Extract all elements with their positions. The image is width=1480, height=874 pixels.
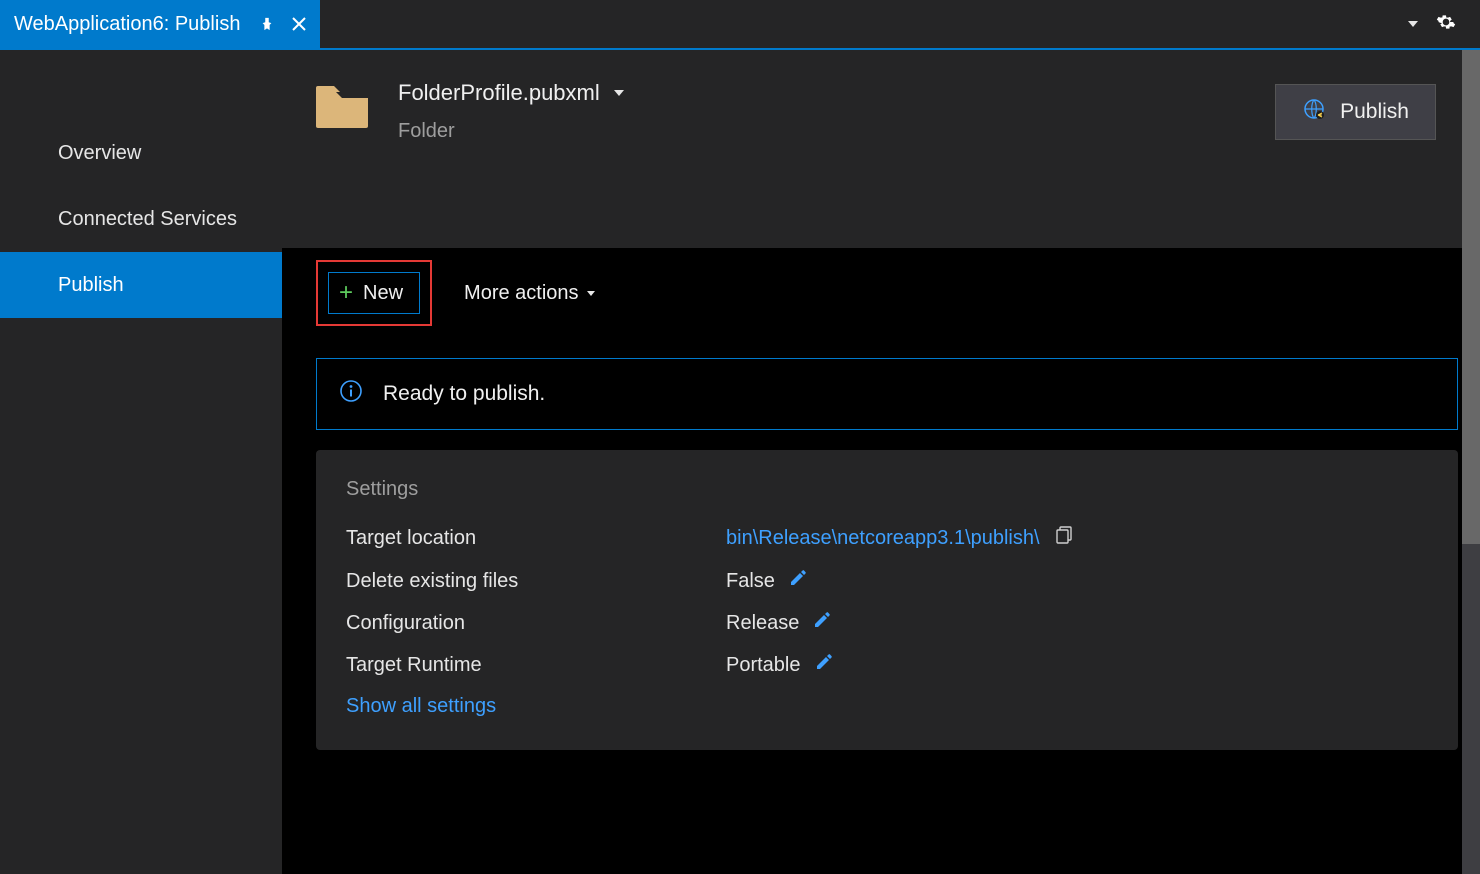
scrollbar-thumb[interactable] bbox=[1462, 50, 1480, 544]
sidebar-item-publish[interactable]: Publish bbox=[0, 252, 282, 318]
setting-value: False bbox=[726, 570, 775, 593]
publish-button-label: Publish bbox=[1340, 100, 1409, 124]
setting-delete-existing: Delete existing files False bbox=[346, 569, 1428, 593]
status-message: Ready to publish. bbox=[383, 382, 545, 406]
profile-toolbar: + New More actions bbox=[282, 248, 1462, 338]
setting-label: Target Runtime bbox=[346, 654, 726, 677]
profile-selector[interactable]: FolderProfile.pubxml bbox=[398, 80, 1247, 106]
settings-card: Settings Target location bin\Release\net… bbox=[316, 450, 1458, 750]
folder-icon bbox=[314, 82, 370, 138]
sidebar-item-overview[interactable]: Overview bbox=[0, 120, 282, 186]
status-banner: Ready to publish. bbox=[316, 358, 1458, 430]
sidebar-item-label: Overview bbox=[58, 142, 141, 165]
tab-title: WebApplication6: Publish bbox=[14, 13, 246, 36]
setting-value: Release bbox=[726, 612, 799, 635]
publish-header: FolderProfile.pubxml Folder Publish bbox=[282, 50, 1462, 250]
scrollbar[interactable] bbox=[1462, 50, 1480, 874]
new-profile-button[interactable]: + New bbox=[328, 272, 420, 314]
info-icon bbox=[339, 379, 363, 409]
edit-icon[interactable] bbox=[815, 653, 833, 677]
settings-title: Settings bbox=[346, 478, 1428, 501]
sidebar-item-label: Publish bbox=[58, 274, 124, 297]
tab-publish[interactable]: WebApplication6: Publish bbox=[0, 0, 320, 48]
setting-configuration: Configuration Release bbox=[346, 611, 1428, 635]
sidebar-item-connected-services[interactable]: Connected Services bbox=[0, 186, 282, 252]
tabstrip: WebApplication6: Publish bbox=[0, 0, 1480, 50]
publish-cloud-icon bbox=[1302, 97, 1326, 127]
sidebar-item-label: Connected Services bbox=[58, 208, 237, 231]
setting-label: Target location bbox=[346, 527, 726, 550]
setting-target-location: Target location bin\Release\netcoreapp3.… bbox=[346, 525, 1428, 551]
chevron-down-icon bbox=[614, 90, 624, 96]
chevron-down-icon bbox=[587, 291, 595, 296]
edit-icon[interactable] bbox=[789, 569, 807, 593]
copy-icon[interactable] bbox=[1054, 525, 1074, 551]
setting-label: Delete existing files bbox=[346, 570, 726, 593]
highlight-new-button: + New bbox=[316, 260, 432, 326]
tab-overflow-icon[interactable] bbox=[1408, 21, 1418, 27]
more-actions-dropdown[interactable]: More actions bbox=[464, 282, 595, 305]
setting-target-runtime: Target Runtime Portable bbox=[346, 653, 1428, 677]
edit-icon[interactable] bbox=[813, 611, 831, 635]
pin-icon[interactable] bbox=[260, 17, 274, 31]
profile-name: FolderProfile.pubxml bbox=[398, 80, 600, 106]
gear-icon[interactable] bbox=[1436, 12, 1456, 37]
more-actions-label: More actions bbox=[464, 282, 579, 305]
new-button-label: New bbox=[363, 282, 403, 305]
close-icon[interactable] bbox=[292, 17, 306, 31]
setting-label: Configuration bbox=[346, 612, 726, 635]
setting-value-link[interactable]: bin\Release\netcoreapp3.1\publish\ bbox=[726, 527, 1040, 550]
sidebar: Overview Connected Services Publish bbox=[0, 50, 282, 874]
plus-icon: + bbox=[339, 281, 353, 305]
publish-button[interactable]: Publish bbox=[1275, 84, 1436, 140]
profile-subtitle: Folder bbox=[398, 120, 1247, 143]
setting-value: Portable bbox=[726, 654, 801, 677]
show-all-settings-link[interactable]: Show all settings bbox=[346, 695, 1428, 718]
